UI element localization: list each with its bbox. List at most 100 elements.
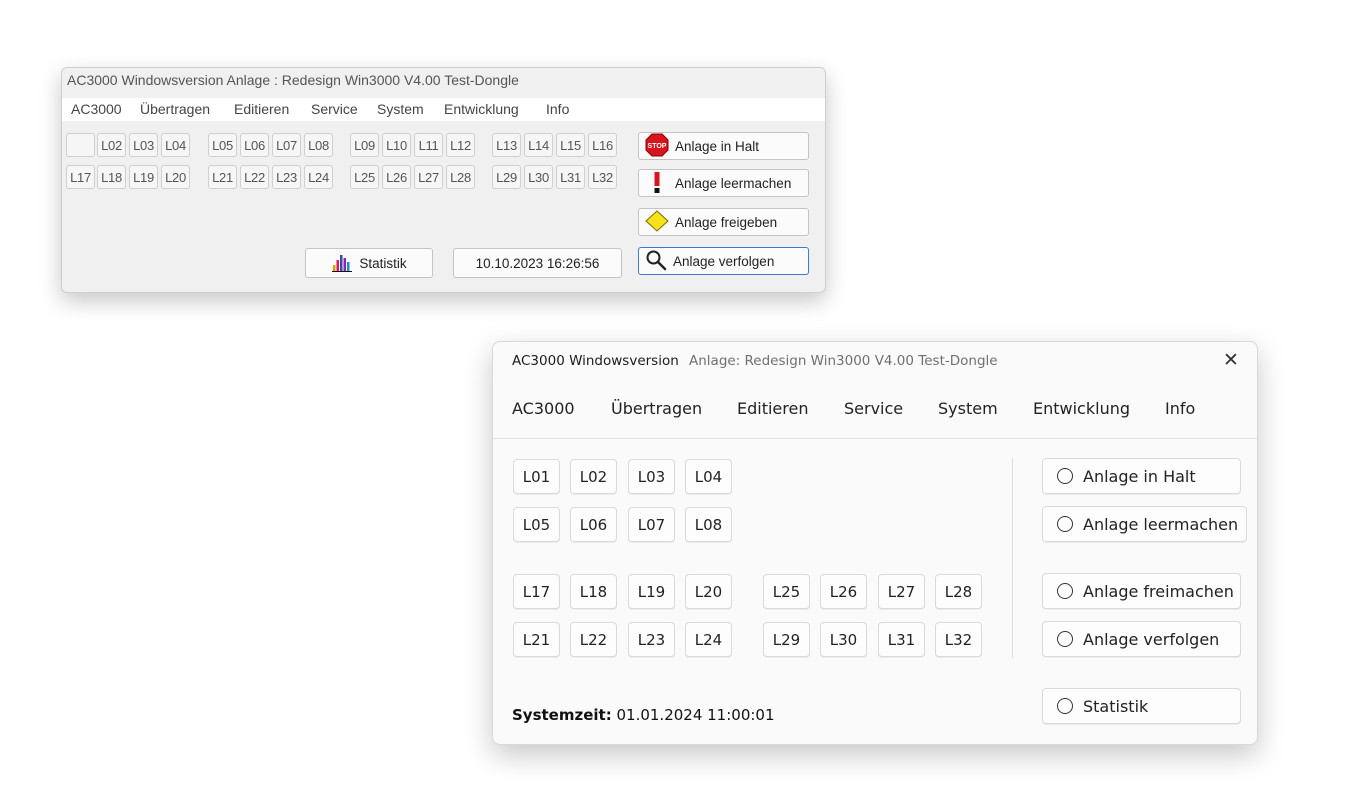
redesign-menu-editieren[interactable]: Editieren (737, 399, 808, 418)
line-button-l25[interactable]: L25 (763, 574, 810, 609)
legacy-line-button-l08[interactable]: L08 (304, 133, 333, 157)
legacy-line-button-l17[interactable]: L17 (66, 165, 95, 189)
line-button-l30[interactable]: L30 (820, 622, 867, 657)
legacy-line-button-l19[interactable]: L19 (129, 165, 158, 189)
legacy-line-button-l32[interactable]: L32 (588, 165, 617, 189)
legacy-empty-button[interactable]: Anlage leermachen (638, 169, 809, 197)
legacy-line-button-l12[interactable]: L12 (446, 133, 475, 157)
line-button-l02[interactable]: L02 (570, 459, 617, 494)
track-label: Anlage verfolgen (1083, 629, 1220, 649)
legacy-line-button-l30[interactable]: L30 (524, 165, 553, 189)
legacy-halt-button[interactable]: STOP Anlage in Halt (638, 132, 809, 160)
line-button-l19[interactable]: L19 (628, 574, 675, 609)
legacy-line-button-l28[interactable]: L28 (446, 165, 475, 189)
line-button-l08[interactable]: L08 (685, 507, 732, 542)
halt-label: Anlage in Halt (1083, 466, 1196, 486)
line-button-l20[interactable]: L20 (685, 574, 732, 609)
legacy-line-button-l13[interactable]: L13 (492, 133, 521, 157)
free-button[interactable]: Anlage freimachen (1042, 573, 1241, 609)
line-button-l18[interactable]: L18 (570, 574, 617, 609)
legacy-line-button-l15[interactable]: L15 (556, 133, 585, 157)
halt-button[interactable]: Anlage in Halt (1042, 458, 1241, 494)
legacy-line-button-l07[interactable]: L07 (272, 133, 301, 157)
redesign-document-name: Anlage: Redesign Win3000 V4.00 Test-Dong… (689, 353, 998, 369)
empty-button[interactable]: Anlage leermachen (1042, 506, 1247, 542)
line-button-l22[interactable]: L22 (570, 622, 617, 657)
line-button-l05[interactable]: L05 (513, 507, 560, 542)
legacy-line-button-l16[interactable]: L16 (588, 133, 617, 157)
system-time: Systemzeit: 01.01.2024 11:00:01 (512, 706, 775, 724)
line-button-l03[interactable]: L03 (628, 459, 675, 494)
vertical-divider (1012, 458, 1013, 658)
legacy-menu-info[interactable]: Info (546, 101, 569, 117)
legacy-line-button-l03[interactable]: L03 (129, 133, 158, 157)
line-button-l06[interactable]: L06 (570, 507, 617, 542)
legacy-line-button-l14[interactable]: L14 (524, 133, 553, 157)
legacy-line-button-l06[interactable]: L06 (240, 133, 269, 157)
system-time-value: 01.01.2024 11:00:01 (616, 706, 775, 724)
redesign-menu-info[interactable]: Info (1165, 399, 1195, 418)
legacy-stats-button[interactable]: Statistik (305, 248, 433, 278)
stats-button[interactable]: Statistik (1042, 688, 1241, 724)
legacy-line-button-l29[interactable]: L29 (492, 165, 521, 189)
redesign-titlebar: AC3000 Windowsversion Anlage: Redesign W… (493, 342, 1257, 382)
magnifier-icon (645, 249, 667, 274)
legacy-menu-uebertragen[interactable]: Übertragen (140, 101, 210, 117)
legacy-window-title: AC3000 Windowsversion Anlage : Redesign … (67, 72, 519, 88)
legacy-line-button-l22[interactable]: L22 (240, 165, 269, 189)
line-button-l26[interactable]: L26 (820, 574, 867, 609)
legacy-track-button[interactable]: Anlage verfolgen (638, 247, 809, 275)
legacy-line-button-l24[interactable]: L24 (304, 165, 333, 189)
legacy-line-button-l20[interactable]: L20 (161, 165, 190, 189)
redesign-menu-system[interactable]: System (938, 399, 998, 418)
redesign-menu-service[interactable]: Service (844, 399, 903, 418)
line-button-l01[interactable]: L01 (513, 459, 560, 494)
legacy-line-button-l26[interactable]: L26 (382, 165, 411, 189)
legacy-line-button-l23[interactable]: L23 (272, 165, 301, 189)
empty-label: Anlage leermachen (1083, 514, 1239, 534)
redesign-menu-uebertragen[interactable]: Übertragen (611, 399, 702, 418)
legacy-line-button-l18[interactable]: L18 (97, 165, 126, 189)
line-button-l28[interactable]: L28 (935, 574, 982, 609)
redesign-app-name: AC3000 Windowsversion (512, 353, 679, 369)
svg-text:STOP: STOP (648, 143, 667, 150)
legacy-line-button-l05[interactable]: L05 (208, 133, 237, 157)
legacy-line-button-l27[interactable]: L27 (414, 165, 443, 189)
legacy-menu-system[interactable]: System (377, 101, 424, 117)
legacy-line-button-l10[interactable]: L10 (382, 133, 411, 157)
menu-divider (493, 438, 1257, 439)
legacy-line-button-l01[interactable] (66, 133, 95, 157)
legacy-release-label: Anlage freigeben (675, 214, 778, 230)
close-icon[interactable]: ✕ (1221, 350, 1241, 370)
line-button-l24[interactable]: L24 (685, 622, 732, 657)
legacy-release-button[interactable]: Anlage freigeben (638, 208, 809, 236)
legacy-line-button-l25[interactable]: L25 (350, 165, 379, 189)
line-button-l31[interactable]: L31 (878, 622, 925, 657)
legacy-menu-editieren[interactable]: Editieren (234, 101, 289, 117)
legacy-datetime-display: 10.10.2023 16:26:56 (453, 248, 622, 278)
legacy-empty-label: Anlage leermachen (675, 175, 792, 191)
legacy-line-button-l04[interactable]: L04 (161, 133, 190, 157)
legacy-menu-entwicklung[interactable]: Entwicklung (444, 101, 519, 117)
line-button-l04[interactable]: L04 (685, 459, 732, 494)
track-button[interactable]: Anlage verfolgen (1042, 621, 1241, 657)
line-button-l17[interactable]: L17 (513, 574, 560, 609)
legacy-line-button-l31[interactable]: L31 (556, 165, 585, 189)
line-button-l32[interactable]: L32 (935, 622, 982, 657)
redesign-menu-ac3000[interactable]: AC3000 (512, 399, 575, 418)
legacy-window: AC3000 Windowsversion Anlage : Redesign … (61, 67, 826, 293)
legacy-line-button-l11[interactable]: L11 (414, 133, 443, 157)
radio-icon (1057, 516, 1073, 532)
line-button-l27[interactable]: L27 (878, 574, 925, 609)
legacy-line-button-l21[interactable]: L21 (208, 165, 237, 189)
line-button-l21[interactable]: L21 (513, 622, 560, 657)
legacy-menu-service[interactable]: Service (311, 101, 358, 117)
legacy-menu-ac3000[interactable]: AC3000 (71, 101, 122, 117)
line-button-l07[interactable]: L07 (628, 507, 675, 542)
radio-icon (1057, 631, 1073, 647)
redesign-menu-entwicklung[interactable]: Entwicklung (1033, 399, 1130, 418)
legacy-line-button-l09[interactable]: L09 (350, 133, 379, 157)
legacy-line-button-l02[interactable]: L02 (97, 133, 126, 157)
line-button-l29[interactable]: L29 (763, 622, 810, 657)
line-button-l23[interactable]: L23 (628, 622, 675, 657)
